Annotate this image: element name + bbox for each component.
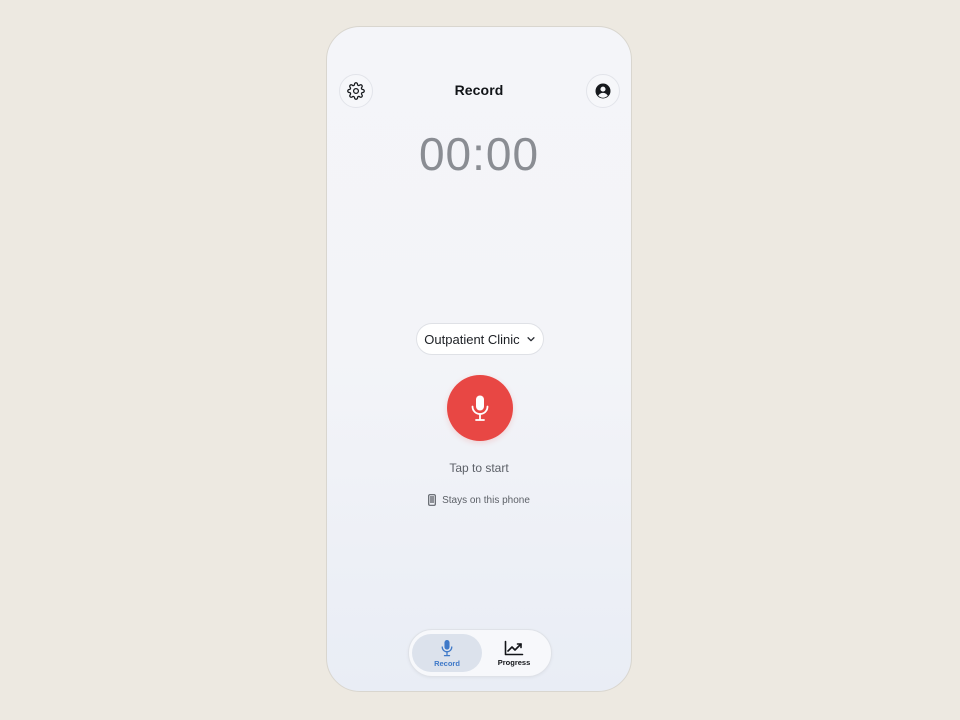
tab-record[interactable]: Record <box>412 634 482 672</box>
phone-frame: Record 00:00 Outpatient Clinic Tap to st… <box>326 26 632 692</box>
tab-bar: Record Progress <box>408 629 552 677</box>
profile-button[interactable] <box>586 74 620 108</box>
privacy-note: Stays on this phone <box>327 494 631 506</box>
tab-progress-label: Progress <box>497 657 531 667</box>
chevron-down-icon <box>527 337 535 342</box>
user-circle-icon <box>595 83 611 99</box>
location-dropdown[interactable]: Outpatient Clinic <box>416 323 544 355</box>
microphone-icon <box>441 639 453 656</box>
location-selected-label: Outpatient Clinic <box>424 331 520 347</box>
tab-record-label: Record <box>434 658 460 668</box>
privacy-text: Stays on this phone <box>442 494 530 506</box>
phone-icon <box>428 494 436 506</box>
microphone-icon <box>471 395 489 421</box>
chart-trend-icon <box>504 640 524 655</box>
record-button[interactable] <box>447 375 513 441</box>
tab-progress[interactable]: Progress <box>479 634 549 672</box>
record-hint: Tap to start <box>449 461 509 475</box>
recording-timer: 00:00 <box>418 128 540 180</box>
